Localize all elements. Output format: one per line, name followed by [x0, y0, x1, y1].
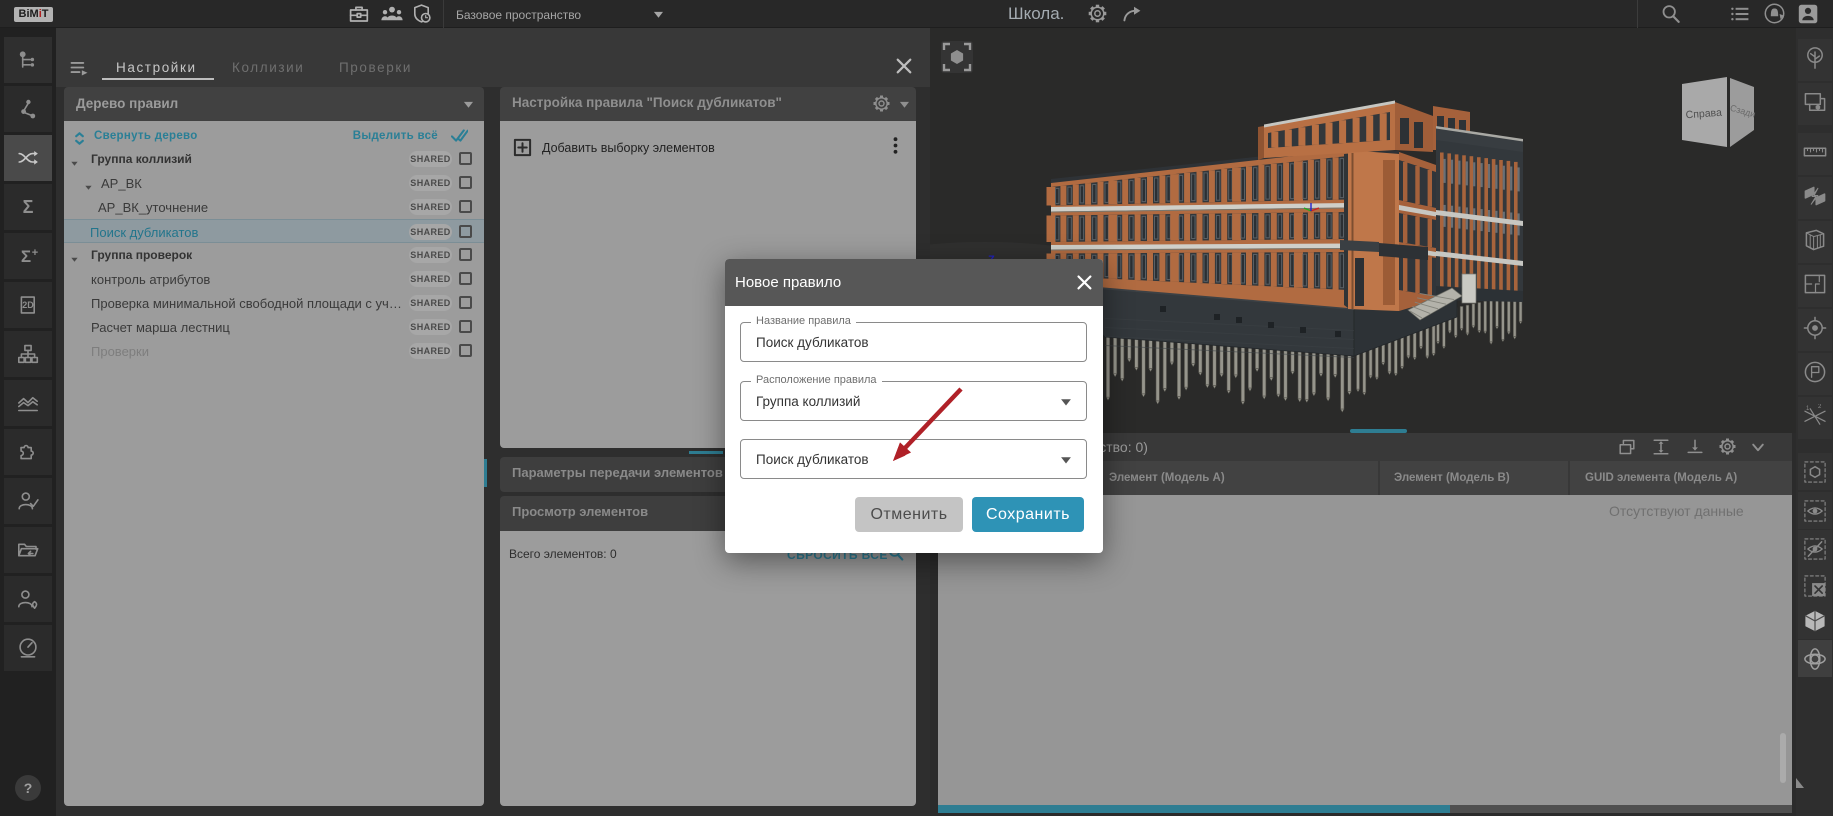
svg-text:2D: 2D: [22, 300, 34, 310]
svg-text:2: 2: [1818, 404, 1822, 410]
svg-text:Σ: Σ: [21, 247, 31, 266]
svg-text:1: 1: [1806, 406, 1810, 412]
svg-text:+: +: [32, 247, 38, 259]
svg-text:Справа: Справа: [1685, 107, 1722, 122]
svg-text:Σ: Σ: [23, 197, 34, 217]
